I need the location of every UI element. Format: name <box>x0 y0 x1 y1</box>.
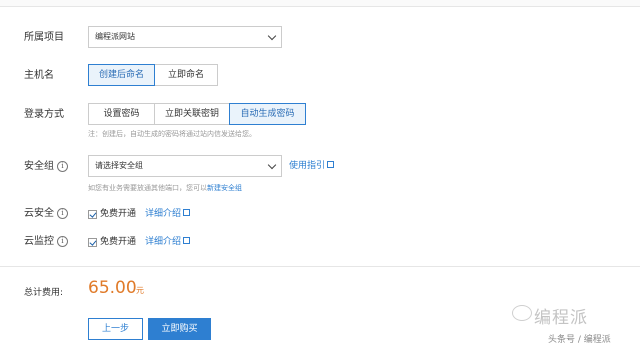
login-method-label: 登录方式 <box>24 109 64 120</box>
cloud-monitor-label: 云监控 i <box>24 235 68 249</box>
cloud-security-detail-text: 详细介绍 <box>145 209 182 219</box>
cloud-security-label: 云安全 i <box>24 207 68 221</box>
cloud-security-check-label: 免费开通 <box>100 209 137 219</box>
external-link-icon <box>327 161 335 168</box>
buy-now-button[interactable]: 立即购买 <box>148 318 211 340</box>
top-section-border <box>0 0 640 7</box>
security-note-text: 如您有业务需要放通其他端口，您可以 <box>88 184 207 192</box>
cloud-security-label-text: 云安全 <box>24 208 54 219</box>
project-select[interactable]: 编程派网站 <box>88 26 282 48</box>
security-group-placeholder: 请选择安全组 <box>95 161 143 170</box>
watermark-sub: 头条号 / 编程派 <box>548 335 611 345</box>
cloud-monitor-label-text: 云监控 <box>24 236 54 247</box>
cloud-monitor-detail-text: 详细介绍 <box>145 237 182 247</box>
info-icon[interactable]: i <box>57 235 68 247</box>
external-link-icon <box>183 209 191 216</box>
checkbox-checked-icon[interactable] <box>88 237 97 247</box>
watermark-main: 编程派 <box>534 308 588 328</box>
login-option-group: 设置密码 立即关联密钥 自动生成密码 <box>88 103 306 125</box>
cloud-security-checkbox[interactable]: 免费开通 <box>88 208 136 220</box>
cloud-security-detail-link[interactable]: 详细介绍 <box>145 208 191 220</box>
security-group-label-text: 安全组 <box>24 161 54 172</box>
hostname-option-group: 创建后命名 立即命名 <box>88 64 218 86</box>
total-cost-label: 总计费用: <box>24 288 64 298</box>
login-note: 注：创建后，自动生成的密码将通过站内信发送给您。 <box>88 130 256 138</box>
external-link-icon <box>183 237 191 244</box>
wechat-logo-icon <box>512 305 532 321</box>
hostname-label: 主机名 <box>24 70 54 81</box>
footer-divider <box>0 266 640 267</box>
cloud-monitor-check-label: 免费开通 <box>100 237 137 247</box>
login-option-set-password[interactable]: 设置密码 <box>88 103 155 125</box>
chevron-down-icon <box>267 160 277 170</box>
previous-step-button[interactable]: 上一步 <box>88 318 143 340</box>
cloud-monitor-checkbox[interactable]: 免费开通 <box>88 236 136 248</box>
hostname-option-name-now[interactable]: 立即命名 <box>154 64 218 86</box>
security-group-note: 如您有业务需要放通其他端口，您可以新建安全组 <box>88 183 242 193</box>
chevron-down-icon <box>267 31 277 41</box>
create-security-group-link[interactable]: 新建安全组 <box>207 184 242 192</box>
usage-guide-text: 使用指引 <box>289 161 326 171</box>
login-option-link-key[interactable]: 立即关联密钥 <box>154 103 230 125</box>
price-unit: 元 <box>136 286 144 295</box>
security-group-label: 安全组 i <box>24 160 68 174</box>
usage-guide-link[interactable]: 使用指引 <box>289 160 335 172</box>
info-icon[interactable]: i <box>57 160 68 172</box>
hostname-option-name-later[interactable]: 创建后命名 <box>88 64 155 86</box>
login-option-auto-password[interactable]: 自动生成密码 <box>229 103 306 125</box>
security-group-select[interactable]: 请选择安全组 <box>88 155 282 177</box>
checkbox-checked-icon[interactable] <box>88 209 97 219</box>
info-icon[interactable]: i <box>57 207 68 219</box>
cloud-monitor-detail-link[interactable]: 详细介绍 <box>145 236 191 248</box>
project-label: 所属项目 <box>24 32 64 43</box>
project-value: 编程派网站 <box>95 32 135 41</box>
total-price: 65.00 <box>88 278 137 298</box>
